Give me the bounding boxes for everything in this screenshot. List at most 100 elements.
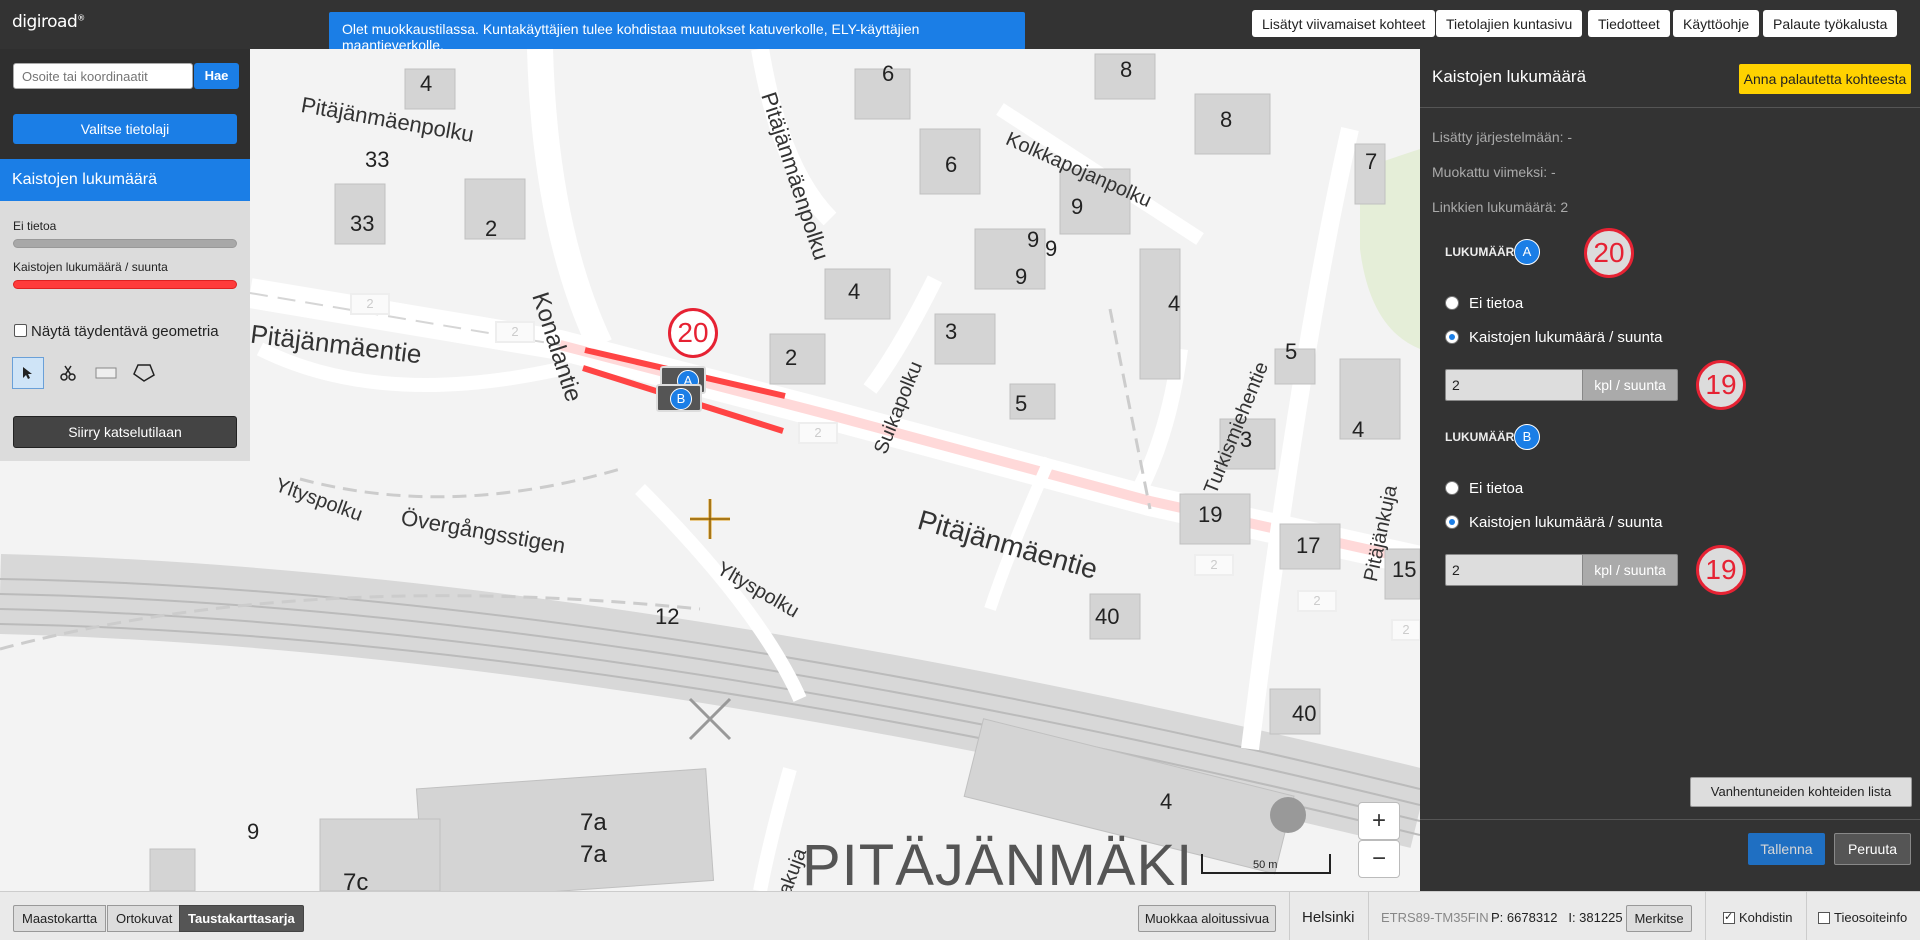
section-a-option-no-data[interactable]: Ei tietoa [1445,295,1523,312]
crosshair-label: Kohdistin [1739,910,1793,925]
building-number: 4 [1160,789,1173,814]
edit-home-button[interactable]: Muokkaa aloitussivua [1138,905,1276,932]
legend-bar-no-data [13,239,237,248]
building-number: 3 [945,319,958,344]
section-a-unit-label: kpl / suunta [1583,369,1678,401]
crosshair-toggle[interactable]: Kohdistin [1723,910,1792,925]
left-panel: Hae Valitse tietolaji Kaistojen lukumäär… [0,49,250,461]
section-a-badge: A [1514,239,1540,265]
building-number: 17 [1296,533,1321,558]
digiroad-logo[interactable]: digiroad® [12,12,85,32]
cancel-button[interactable]: Peruuta [1834,833,1911,865]
divider [1420,107,1920,108]
building-number: 8 [1120,57,1133,82]
section-a-option-lane-count[interactable]: Kaistojen lukumäärä / suunta [1445,329,1662,346]
expired-features-list-button[interactable]: Vanhentuneiden kohteiden lista [1690,777,1912,807]
section-b-unit-label: kpl / suunta [1583,554,1678,586]
building-number: 4 [420,71,433,96]
complementary-geometry-checkbox[interactable] [14,324,27,337]
road-address-label: Tieosoiteinfo [1834,910,1908,925]
building-number: 3 [1240,427,1253,452]
lane-count-badge[interactable]: 2 [1391,619,1420,641]
separator [1289,892,1290,940]
marker-b-icon[interactable]: B [670,388,692,410]
section-b-option-lane-count[interactable]: Kaistojen lukumäärä / suunta [1445,514,1662,531]
lane-count-badge[interactable]: 2 [1194,554,1234,576]
radio-label: Ei tietoa [1469,480,1524,497]
section-a-value-marker: 19 [1696,360,1746,410]
marker-b-box[interactable]: B [656,384,702,412]
building-number: 4 [1352,417,1365,442]
complementary-geometry-label: Näytä täydentävä geometria [31,323,219,340]
building-number: 33 [365,147,390,172]
section-b-lane-count-input[interactable]: 2 [1445,554,1583,586]
section-b-label: LUKUMÄÄRÄ [1445,430,1523,444]
polygon-tool-icon[interactable] [128,357,160,389]
section-b-option-no-data[interactable]: Ei tietoa [1445,480,1523,497]
building-number: 19 [1198,502,1223,527]
zoom-out-button[interactable]: − [1358,840,1400,878]
building-number: 5 [1015,391,1028,416]
building-number: 7a [580,809,607,836]
section-a-lane-count-input[interactable]: 2 [1445,369,1583,401]
road-address-info-toggle[interactable]: Tieosoiteinfo [1818,910,1907,925]
radio-button[interactable] [1445,330,1459,344]
building-number: 2 [485,216,498,241]
radio-button[interactable] [1445,515,1459,529]
select-tool-icon[interactable] [12,357,44,389]
search-button[interactable]: Hae [194,63,239,89]
complementary-geometry-toggle[interactable]: Näytä täydentävä geometria [14,323,219,340]
legend-bar-lane-count [13,280,237,289]
view-mode-button[interactable]: Siirry katselutilaan [13,416,237,448]
radio-label: Kaistojen lukumäärä / suunta [1469,329,1663,346]
building-number: 9 [1015,264,1028,289]
feedback-button[interactable]: Anna palautetta kohteesta [1739,64,1911,94]
radio-label: Ei tietoa [1469,295,1524,312]
save-button[interactable]: Tallenna [1748,833,1825,865]
lane-count-badge[interactable]: 2 [350,293,390,315]
nav-user-guide[interactable]: Käyttöohje [1673,10,1760,37]
cut-tool-icon[interactable] [52,357,84,389]
district-label: PITÄJÄNMÄKI [802,833,1194,891]
radio-button[interactable] [1445,296,1459,310]
layer-title: Kaistojen lukumäärä [0,159,250,201]
modified-info: Muokattu viimeksi: - [1432,164,1556,180]
panel-title: Kaistojen lukumäärä [1432,67,1587,86]
building-number: 33 [350,211,375,236]
building-number: 7c [343,869,369,891]
radio-button[interactable] [1445,481,1459,495]
select-layer-button[interactable]: Valitse tietolaji [13,114,237,144]
search-input[interactable] [13,63,193,89]
building-number: 4 [848,279,861,304]
crosshair-checkbox[interactable] [1723,910,1735,924]
scale-label: 50 m [1253,859,1278,871]
lane-count-badge[interactable]: 2 [798,422,838,444]
basemap-background-button[interactable]: Taustakarttasarja [179,905,304,932]
selection-number-marker: 20 [668,308,718,358]
nav-bulletins[interactable]: Tiedotteet [1588,10,1670,37]
building-number: 8 [1220,107,1233,132]
lane-count-badge[interactable]: 2 [495,321,535,343]
zoom-in-button[interactable]: + [1358,802,1400,840]
nav-tool-feedback[interactable]: Palaute työkalusta [1763,10,1898,37]
lane-count-badge[interactable]: 2 [1297,590,1337,612]
nav-added-linear-features[interactable]: Lisätyt viivamaiset kohteet [1252,10,1436,37]
legend-label-lane-count: Kaistojen lukumäärä / suunta [13,260,168,274]
basemap-ortho-button[interactable]: Ortokuvat [107,905,182,932]
nav-municipality-page[interactable]: Tietolajien kuntasivu [1436,10,1583,37]
link-count-info: Linkkien lukumäärä: 2 [1432,199,1569,215]
mark-location-button[interactable]: Merkitse [1626,905,1692,932]
edit-mode-notice: Olet muokkaustilassa. Kuntakäyttäjien tu… [329,12,1025,53]
rectangle-tool-icon[interactable] [90,357,122,389]
building-number: 9 [1045,236,1058,261]
section-a-label: LUKUMÄÄRÄ [1445,245,1523,259]
road-address-checkbox[interactable] [1818,912,1830,924]
right-panel: Kaistojen lukumäärä Anna palautetta koht… [1420,49,1920,891]
building-number: 9 [1071,194,1084,219]
top-bar: digiroad® Olet muokkaustilassa. Kuntakäy… [0,0,1920,53]
building-number: 40 [1095,604,1120,629]
separator [1806,892,1807,940]
municipality-label: Helsinki [1302,909,1355,926]
basemap-terrain-button[interactable]: Maastokartta [13,905,107,932]
building-number: 7a [580,841,607,868]
